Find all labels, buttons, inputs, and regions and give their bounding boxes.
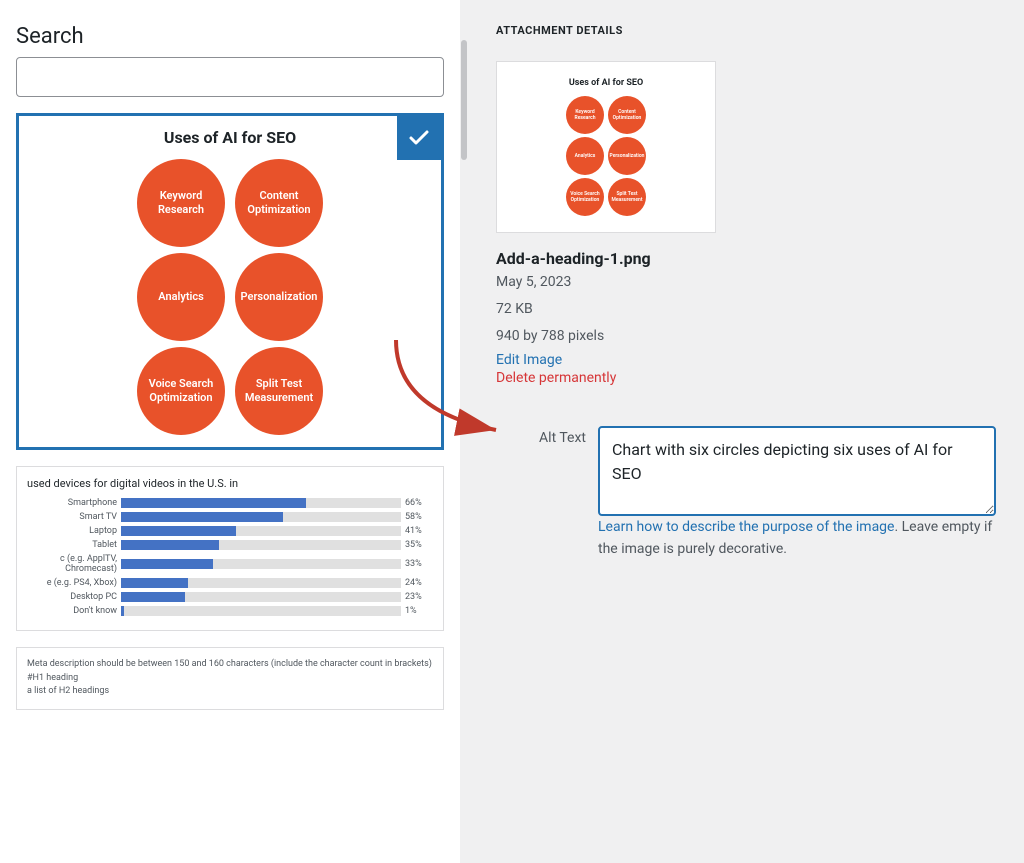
selected-checkmark	[397, 116, 441, 160]
chart-title: Uses of AI for SEO	[31, 128, 429, 147]
thumb-circle-content: ContentOptimization	[608, 96, 646, 134]
search-label: Search	[16, 24, 444, 49]
circle-voice: Voice SearchOptimization	[137, 347, 225, 435]
ai-seo-chart: Uses of AI for SEO KeywordResearch Conte…	[31, 128, 429, 435]
bar-row-dontknow: Don't know 1%	[27, 606, 433, 616]
circles-row-middle: Analytics Personalization	[137, 253, 323, 341]
thumb-circle-analytics: Analytics	[566, 137, 604, 175]
scrollbar[interactable]	[460, 0, 468, 863]
alt-text-input[interactable]	[598, 426, 996, 516]
alt-text-section-wrapper: Alt Text Learn how to describe the purpo…	[496, 410, 996, 561]
circle-personalization: Personalization	[235, 253, 323, 341]
thumb-title: Uses of AI for SEO	[513, 78, 699, 88]
bar-chart-media-item[interactable]: used devices for digital videos in the U…	[16, 466, 444, 631]
bar-row-smartphone: Smartphone 66%	[27, 498, 433, 508]
file-size: 72 KB	[496, 297, 996, 322]
alt-text-section: Alt Text	[496, 426, 996, 516]
circles-row-top: KeywordResearch ContentOptimization	[137, 159, 323, 247]
left-panel: Search Uses of AI for SEO KeywordResearc…	[0, 0, 460, 863]
thumb-circle-personalization: Personalization	[608, 137, 646, 175]
file-name: Add-a-heading-1.png	[496, 249, 996, 268]
thumb-circles: KeywordResearch ContentOptimization Anal…	[513, 96, 699, 216]
bar-row-console: e (e.g. PS4, Xbox) 24%	[27, 578, 433, 588]
bar-row-desktop: Desktop PC 23%	[27, 592, 433, 602]
bar-row-tablet: Tablet 35%	[27, 540, 433, 550]
text-preview: Meta description should be between 150 a…	[27, 658, 433, 699]
edit-image-link[interactable]: Edit Image	[496, 352, 996, 368]
bar-chart-title: used devices for digital videos in the U…	[27, 477, 433, 490]
circles-row-bottom: Voice SearchOptimization Split TestMeasu…	[137, 347, 323, 435]
circle-analytics: Analytics	[137, 253, 225, 341]
bar-row-laptop: Laptop 41%	[27, 526, 433, 536]
file-info: Add-a-heading-1.png May 5, 2023 72 KB 94…	[496, 249, 996, 386]
right-panel: ATTACHMENT DETAILS Uses of AI for SEO Ke…	[468, 0, 1024, 863]
delete-permanently-link[interactable]: Delete permanently	[496, 370, 996, 386]
alt-text-hint: Learn how to describe the purpose of the…	[598, 516, 996, 561]
alt-text-label: Alt Text	[539, 426, 586, 446]
bar-row-smarttv: Smart TV 58%	[27, 512, 433, 522]
circle-content: ContentOptimization	[235, 159, 323, 247]
text-media-item[interactable]: Meta description should be between 150 a…	[16, 647, 444, 710]
attachment-details-title: ATTACHMENT DETAILS	[496, 24, 996, 37]
alt-text-hint-link[interactable]: Learn how to describe the purpose of the…	[598, 519, 894, 535]
file-dimensions: 940 by 788 pixels	[496, 324, 996, 349]
thumb-chart: Uses of AI for SEO KeywordResearch Conte…	[513, 78, 699, 216]
circle-keyword: KeywordResearch	[137, 159, 225, 247]
thumb-circle-voice: Voice SearchOptimization	[566, 178, 604, 216]
thumb-circle-keyword: KeywordResearch	[566, 96, 604, 134]
file-date: May 5, 2023	[496, 270, 996, 295]
attachment-thumbnail: Uses of AI for SEO KeywordResearch Conte…	[496, 61, 716, 233]
thumb-circle-split: Split TestMeasurement	[608, 178, 646, 216]
bar-row-appletv: c (e.g. ApplTV, Chromecast) 33%	[27, 554, 433, 574]
circle-split: Split TestMeasurement	[235, 347, 323, 435]
selected-media-item[interactable]: Uses of AI for SEO KeywordResearch Conte…	[16, 113, 444, 450]
scroll-thumb[interactable]	[461, 40, 467, 160]
search-input[interactable]	[16, 57, 444, 97]
circles-container: KeywordResearch ContentOptimization Anal…	[31, 159, 429, 435]
